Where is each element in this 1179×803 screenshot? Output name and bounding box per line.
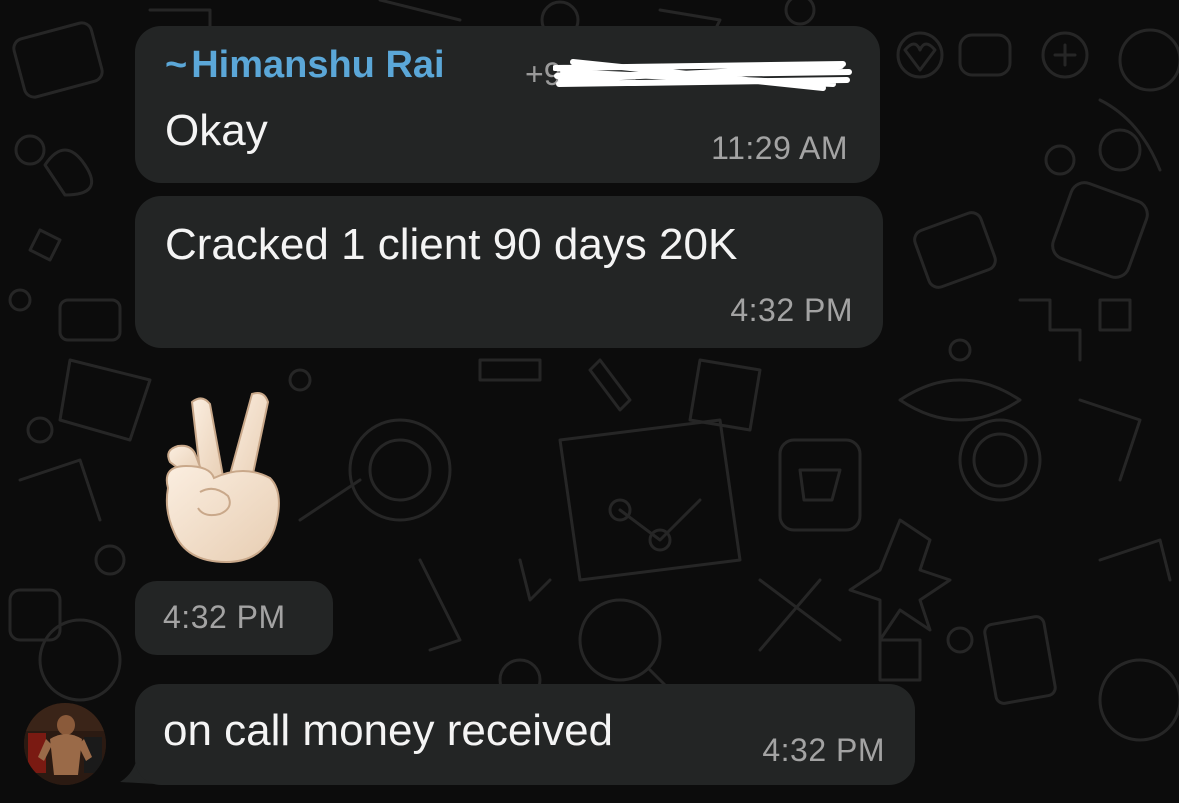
sender-prefix: ~ [165,44,188,86]
message-bubble-2[interactable]: Cracked 1 client 90 days 20K 4:32 PM [135,196,883,348]
message-text: Cracked 1 client 90 days 20K [165,220,738,269]
message-text: Okay [165,106,268,155]
message-time: 11:29 AM [711,130,848,166]
message-time: 4:32 PM [730,292,853,328]
message-bubble-3-time[interactable]: 4:32 PM [135,581,333,655]
message-time: 4:32 PM [163,599,286,635]
sender-name[interactable]: ~ Himanshu Rai [165,44,445,87]
chat-background: ~ Himanshu Rai +9 Okay 11:29 AM Cracked 1… [0,0,1179,803]
victory-hand-emoji[interactable] [160,388,280,568]
message-bubble-1[interactable]: ~ Himanshu Rai +9 Okay 11:29 AM [135,26,880,183]
message-time: 4:32 PM [762,732,885,768]
redaction-scribble [553,59,852,91]
sender-name-text: Himanshu Rai [191,44,445,86]
message-text: on call money received [163,706,614,755]
avatar-image [24,703,106,785]
message-bubble-4[interactable]: on call money received 4:32 PM [135,684,915,785]
sender-avatar[interactable] [24,703,106,785]
